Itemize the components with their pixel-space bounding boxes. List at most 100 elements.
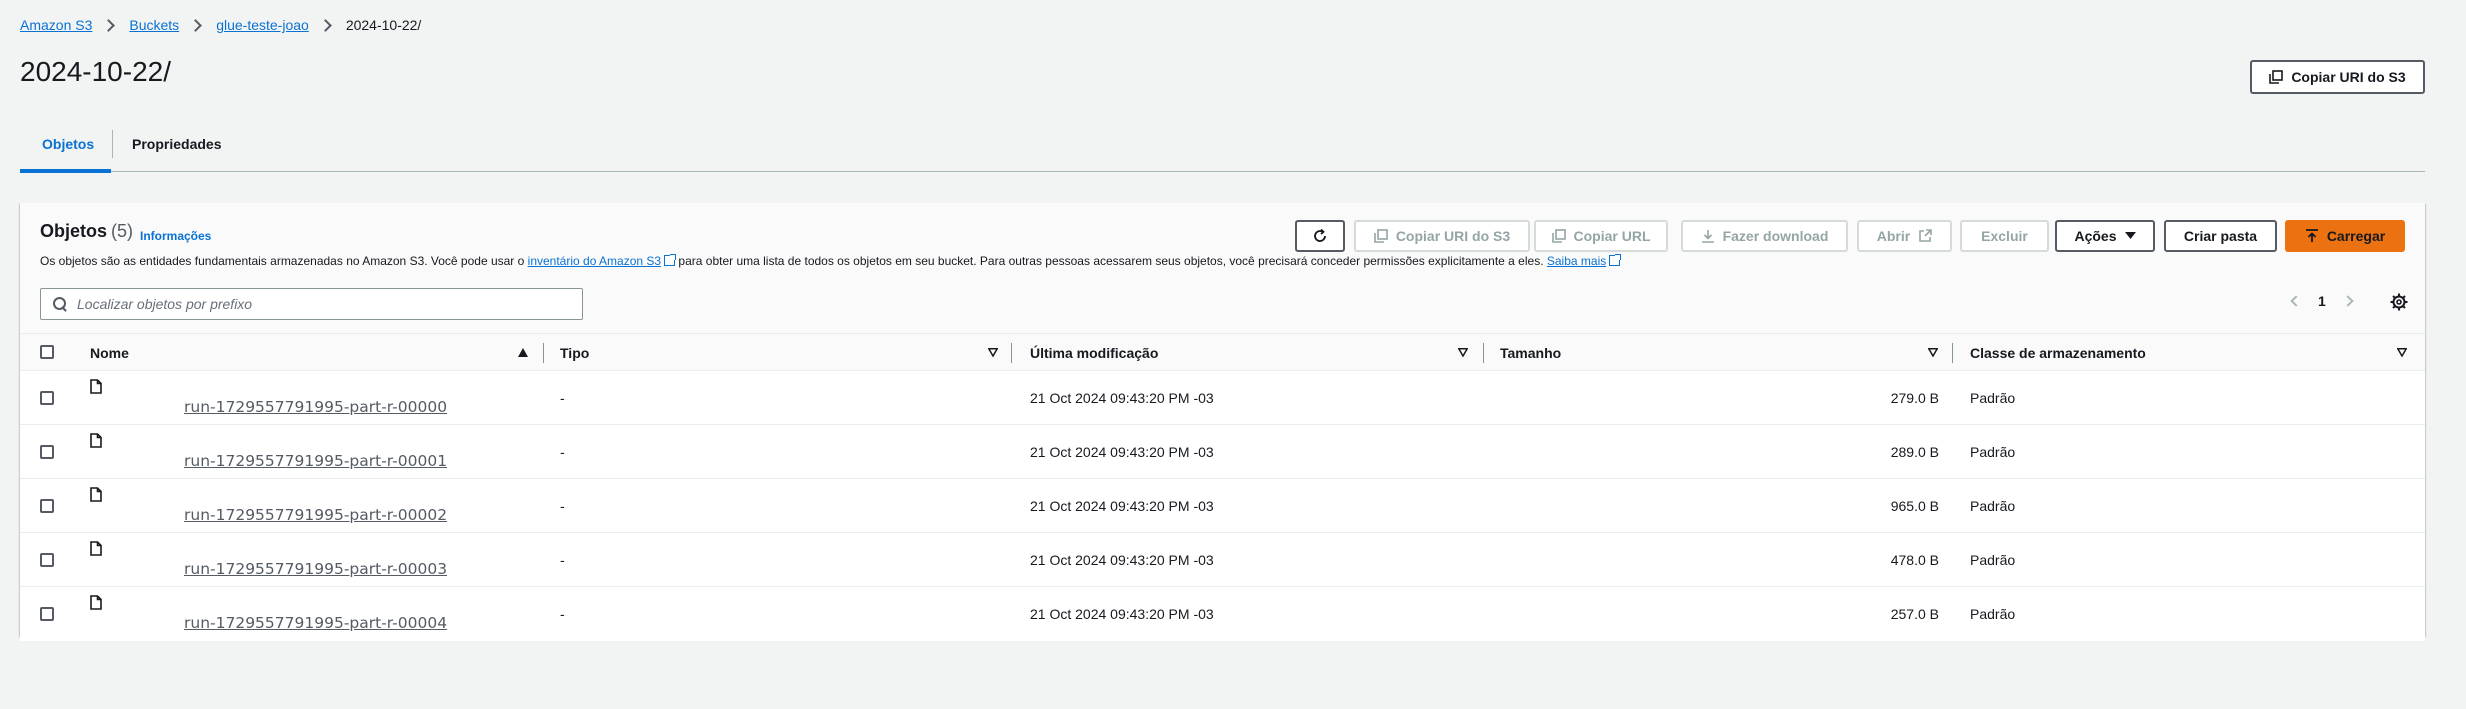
delete-button[interactable]: Excluir: [1960, 220, 2049, 252]
sort-icon[interactable]: [1928, 348, 1938, 357]
copy-icon: [2269, 70, 2284, 84]
objects-description: Os objetos são as entidades fundamentais…: [40, 254, 1622, 268]
object-storage-class: Padrão: [1970, 444, 2016, 460]
table-row[interactable]: run-1729557791995-part-r-00000 - 21 Oct …: [20, 371, 2425, 425]
file-icon: [90, 487, 102, 502]
breadcrumb: Amazon S3 Buckets glue-teste-joao 2024-1…: [20, 17, 421, 33]
create-folder-button[interactable]: Criar pasta: [2164, 220, 2277, 252]
search-input[interactable]: [77, 296, 557, 312]
file-icon: [90, 595, 102, 610]
column-header-storage-class[interactable]: Classe de armazenamento: [1970, 334, 2146, 372]
objects-panel-header: Objetos (5) Informações Os objetos são as…: [20, 203, 2425, 333]
object-size: 965.0 B: [1890, 498, 1939, 514]
column-header-size[interactable]: Tamanho: [1500, 334, 1561, 372]
sort-ascending-icon[interactable]: [518, 348, 528, 357]
breadcrumb-bucket[interactable]: glue-teste-joao: [216, 17, 309, 33]
inventory-link[interactable]: inventário do Amazon S3: [528, 254, 661, 268]
object-last-modified: 21 Oct 2024 09:43:20 PM -03: [1030, 444, 1214, 460]
object-name-link[interactable]: run-1729557791995-part-r-00002: [184, 506, 447, 524]
tab-objects[interactable]: Objetos: [42, 115, 94, 172]
objects-panel: Objetos (5) Informações Os objetos são as…: [20, 203, 2425, 641]
row-checkbox[interactable]: [40, 553, 54, 567]
copy-url-button[interactable]: Copiar URL: [1534, 220, 1668, 252]
object-size: 478.0 B: [1890, 552, 1939, 568]
file-icon: [90, 541, 102, 556]
open-label: Abrir: [1876, 228, 1911, 244]
file-icon: [90, 379, 102, 394]
object-storage-class: Padrão: [1970, 552, 2016, 568]
row-checkbox[interactable]: [40, 607, 54, 621]
column-header-type[interactable]: Tipo: [560, 334, 589, 372]
table-row[interactable]: run-1729557791995-part-r-00001 - 21 Oct …: [20, 425, 2425, 479]
row-checkbox[interactable]: [40, 391, 54, 405]
current-page[interactable]: 1: [2318, 293, 2326, 309]
tab-properties[interactable]: Propriedades: [132, 115, 221, 172]
download-label: Fazer download: [1722, 228, 1829, 244]
description-text-1: Os objetos são as entidades fundamentais…: [40, 254, 528, 268]
object-name-link[interactable]: run-1729557791995-part-r-00004: [184, 614, 447, 632]
row-checkbox[interactable]: [40, 445, 54, 459]
info-link[interactable]: Informações: [140, 229, 211, 243]
breadcrumb-buckets[interactable]: Buckets: [129, 17, 179, 33]
column-header-name[interactable]: Nome: [90, 334, 129, 372]
external-link-icon: [664, 254, 677, 266]
object-type: -: [560, 606, 565, 622]
tab-divider: [112, 130, 113, 158]
column-divider[interactable]: [543, 343, 544, 363]
delete-label: Excluir: [1981, 228, 2028, 244]
copy-s3-uri-label: Copiar URI do S3: [2291, 69, 2406, 85]
object-size: 289.0 B: [1890, 444, 1939, 460]
object-storage-class: Padrão: [1970, 498, 2016, 514]
object-name-link[interactable]: run-1729557791995-part-r-00001: [184, 452, 447, 470]
sort-icon[interactable]: [2397, 348, 2407, 357]
copy-icon: [1374, 229, 1388, 243]
select-all-checkbox[interactable]: [40, 345, 54, 359]
copy-s3-uri-button[interactable]: Copiar URI do S3: [2250, 60, 2425, 94]
copy-s3-uri-toolbar-label: Copiar URI do S3: [1395, 228, 1511, 244]
object-name-link[interactable]: run-1729557791995-part-r-00003: [184, 560, 447, 578]
object-storage-class: Padrão: [1970, 606, 2016, 622]
objects-heading: Objetos (5): [40, 221, 133, 242]
breadcrumb-current: 2024-10-22/: [345, 17, 422, 33]
create-folder-label: Criar pasta: [2183, 228, 2258, 244]
table-row[interactable]: run-1729557791995-part-r-00002 - 21 Oct …: [20, 479, 2425, 533]
file-icon: [90, 433, 102, 448]
refresh-button[interactable]: [1295, 220, 1345, 252]
objects-count: (5): [111, 221, 134, 241]
active-tab-indicator: [20, 169, 111, 173]
actions-label: Ações: [2074, 228, 2117, 244]
object-type: -: [560, 552, 565, 568]
sort-icon[interactable]: [1458, 348, 1468, 357]
actions-dropdown[interactable]: Ações: [2055, 220, 2155, 252]
column-divider[interactable]: [1483, 343, 1484, 363]
copy-s3-uri-toolbar-button[interactable]: Copiar URI do S3: [1354, 220, 1530, 252]
external-link-icon: [1919, 229, 1933, 242]
chevron-right-icon[interactable]: [2342, 295, 2354, 307]
tabs: Objetos Propriedades: [20, 115, 2425, 173]
refresh-icon: [1314, 228, 1326, 242]
learn-more-link[interactable]: Saiba mais: [1547, 254, 1606, 268]
object-last-modified: 21 Oct 2024 09:43:20 PM -03: [1030, 498, 1214, 514]
objects-heading-title: Objetos: [40, 221, 108, 241]
sort-icon[interactable]: [988, 348, 998, 357]
chevron-left-icon[interactable]: [2290, 295, 2302, 307]
column-divider[interactable]: [1952, 343, 1953, 363]
download-icon: [1701, 230, 1714, 243]
pagination: 1: [2290, 293, 2354, 309]
table-header: Nome Tipo Última modificação Tamanho Cla…: [20, 333, 2425, 371]
open-button[interactable]: Abrir: [1857, 220, 1952, 252]
table-row[interactable]: run-1729557791995-part-r-00004 - 21 Oct …: [20, 587, 2425, 641]
breadcrumb-amazon-s3[interactable]: Amazon S3: [20, 17, 92, 33]
gear-icon[interactable]: [2390, 293, 2408, 311]
object-name-link[interactable]: run-1729557791995-part-r-00000: [184, 398, 447, 416]
table-row[interactable]: run-1729557791995-part-r-00003 - 21 Oct …: [20, 533, 2425, 587]
column-header-last-modified[interactable]: Última modificação: [1030, 334, 1158, 372]
chevron-right-icon: [318, 18, 332, 32]
caret-down-icon: [2124, 232, 2136, 239]
download-button[interactable]: Fazer download: [1681, 220, 1848, 252]
search-icon: [53, 297, 67, 311]
description-text-2: para obter uma lista de todos os objetos…: [675, 254, 1547, 268]
row-checkbox[interactable]: [40, 499, 54, 513]
upload-button[interactable]: Carregar: [2285, 220, 2405, 252]
column-divider[interactable]: [1011, 343, 1012, 363]
